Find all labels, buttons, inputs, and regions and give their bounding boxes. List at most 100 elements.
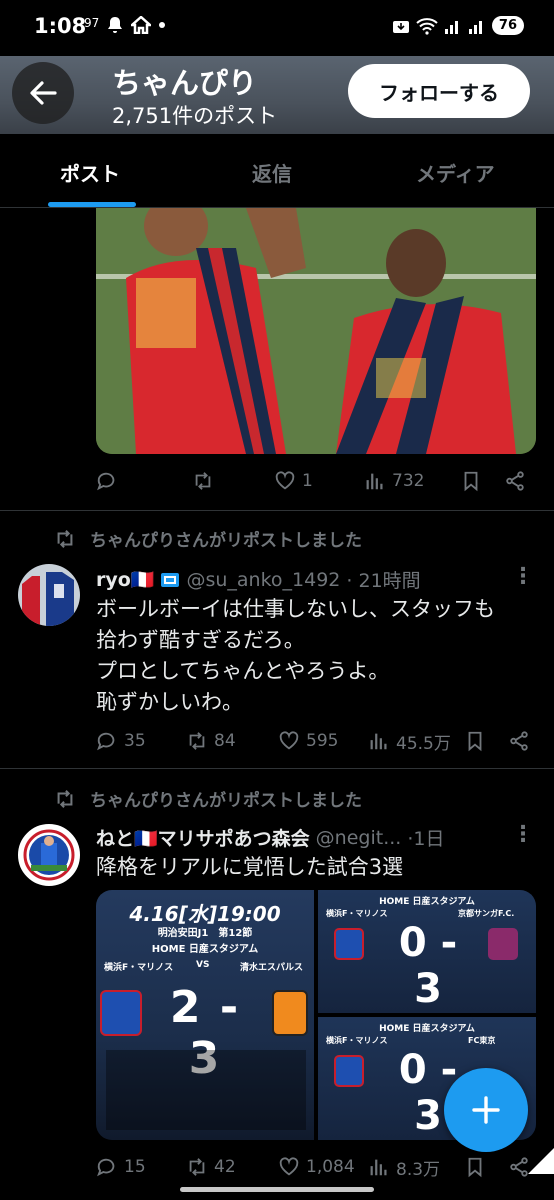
battery-badge: 76 <box>491 16 524 35</box>
media-image-1[interactable]: 4.16[水]19:00 明治安田J1 第12節 HOME 日産スタジアム 横浜… <box>96 890 314 1140</box>
profile-header: ちゃんぴり 2,751件のポスト フォローする <box>0 56 554 134</box>
tweet-author-line: ねと🇫🇷マリサポあつ森会 @negit... ·1日 <box>96 824 444 851</box>
signal-icon-2 <box>468 20 482 34</box>
chart-bars-icon <box>370 733 387 750</box>
chart-bars-icon <box>366 473 383 490</box>
compose-post-button[interactable] <box>444 1068 528 1152</box>
heart-icon <box>279 731 299 750</box>
views-button[interactable]: 8.3万 <box>368 1155 464 1180</box>
follow-button[interactable]: フォローする <box>348 64 530 118</box>
avatar[interactable] <box>18 824 80 886</box>
status-right-icons: 76 <box>392 16 524 35</box>
reply-icon <box>97 472 115 491</box>
tweet-actions: 35 84 595 45.5万 <box>96 726 536 756</box>
like-button[interactable]: 1,084 <box>278 1156 368 1178</box>
bookmark-icon <box>464 471 478 492</box>
tweet-divider <box>0 768 554 769</box>
repost-button[interactable]: 42 <box>186 1156 278 1178</box>
post-count: 2,751件のポスト <box>112 104 278 128</box>
verified-badge-icon <box>161 572 180 587</box>
repost-icon <box>189 1158 205 1176</box>
author-name[interactable]: ねと🇫🇷マリサポあつ森会 <box>96 824 310 851</box>
more-options-icon[interactable]: ⋮ <box>512 822 534 847</box>
marinos-emblem-icon <box>100 990 142 1036</box>
sanga-emblem-icon <box>488 928 518 960</box>
reply-button[interactable]: 35 <box>96 730 186 752</box>
repost-icon <box>189 732 205 750</box>
dot-icon <box>159 22 166 28</box>
signal-icon <box>444 20 458 34</box>
more-options-icon[interactable]: ⋮ <box>512 564 534 589</box>
share-button[interactable] <box>508 730 530 752</box>
views-button[interactable]: 45.5万 <box>368 729 464 754</box>
spulse-emblem-icon <box>272 990 308 1036</box>
tab-replies[interactable]: 返信 <box>252 158 292 187</box>
tweet-text: ボールボーイは仕事しないし、スタッフも 拾わず酷すぎるだろ。 プロとしてちゃんと… <box>96 597 495 714</box>
repost-icon <box>57 529 73 548</box>
tab-media[interactable]: メディア <box>416 158 495 187</box>
bookmark-button[interactable] <box>460 470 504 492</box>
vpn-icon <box>392 20 409 33</box>
tweet-actions: 15 42 1,084 8.3万 <box>96 1152 536 1182</box>
reply-button[interactable]: 15 <box>96 1156 186 1178</box>
bookmark-button[interactable] <box>464 1156 508 1178</box>
bookmark-button[interactable] <box>464 730 508 752</box>
wifi-icon <box>416 17 438 35</box>
views-button[interactable]: 732 <box>364 470 460 492</box>
like-button[interactable]: 595 <box>278 730 368 752</box>
repost-indicator: ちゃんぴりさんがリポストしました <box>54 526 362 551</box>
back-button[interactable] <box>12 62 74 124</box>
tweet-author-line: ryo🇫🇷 @su_anko_1492 · 21時間 <box>96 566 421 593</box>
tab-posts[interactable]: ポスト <box>60 158 120 187</box>
status-left-icons: 97 <box>84 16 166 34</box>
tab-indicator <box>48 202 136 207</box>
share-icon <box>510 731 528 751</box>
tweet-actions: 1 732 <box>96 466 536 496</box>
plus-icon <box>472 1096 500 1124</box>
repost-icon <box>57 789 73 808</box>
marinos-emblem-icon <box>334 928 364 960</box>
heart-icon <box>275 471 295 490</box>
profile-tabs: ポスト 返信 メディア <box>0 134 554 208</box>
repost-indicator: ちゃんぴりさんがリポストしました <box>54 786 362 811</box>
repost-button[interactable] <box>192 470 274 492</box>
reply-button[interactable] <box>96 470 192 492</box>
tweet-divider <box>0 510 554 511</box>
status-time: 1:08 <box>34 14 87 38</box>
avatar-fan-image <box>21 827 77 883</box>
like-button[interactable]: 1 <box>274 470 364 492</box>
home-icon <box>131 16 152 34</box>
share-icon <box>506 471 524 491</box>
tweet-photo[interactable] <box>96 208 536 454</box>
author-handle[interactable]: @su_anko_1492 <box>186 569 340 591</box>
repost-button[interactable]: 84 <box>186 730 278 752</box>
timeline: 1 732 ちゃんぴりさんがリポストしました ryo🇫🇷 @su_anko_14… <box>0 208 554 1200</box>
reply-icon <box>97 732 115 751</box>
author-handle[interactable]: @negit... <box>316 827 402 849</box>
post-time[interactable]: · 21時間 <box>346 566 420 593</box>
marinos-emblem-icon <box>334 1055 364 1087</box>
arrow-left-icon <box>30 81 57 105</box>
signal-text: 97 <box>84 16 100 30</box>
media-image-2[interactable]: HOME 日産スタジアム 横浜F・マリノス 京都サンガF.C. 0 - 3 <box>318 890 536 1013</box>
reply-icon <box>97 1158 115 1177</box>
avatar[interactable] <box>18 564 80 626</box>
repost-icon <box>195 472 211 490</box>
profile-name: ちゃんぴり <box>112 66 258 100</box>
avatar-jersey-image <box>18 564 80 626</box>
bell-icon <box>108 17 123 33</box>
share-button[interactable] <box>504 470 526 492</box>
post-time[interactable]: ·1日 <box>407 824 444 851</box>
share-button[interactable] <box>508 1156 530 1178</box>
heart-icon <box>279 1157 299 1176</box>
bookmark-icon <box>468 731 482 752</box>
author-name[interactable]: ryo🇫🇷 <box>96 568 154 591</box>
bookmark-icon <box>468 1157 482 1178</box>
share-icon <box>510 1157 528 1177</box>
tweet-text: 降格をリアルに覚悟した試合3選 <box>96 855 404 879</box>
gesture-bar[interactable] <box>180 1187 374 1192</box>
chart-bars-icon <box>370 1159 387 1176</box>
players-photo-illustration <box>96 208 536 454</box>
status-bar: 1:08 97 76 <box>0 0 554 56</box>
scorers-panel <box>106 1050 306 1130</box>
